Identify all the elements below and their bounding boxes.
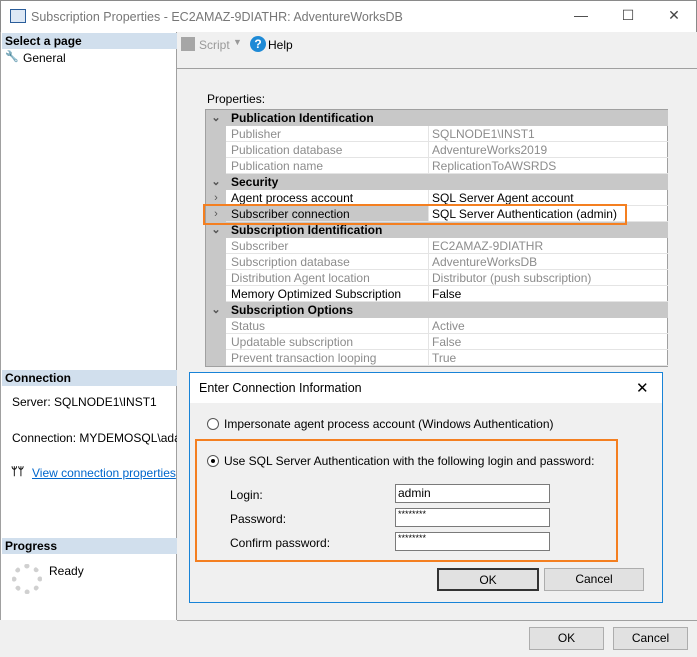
property-name: Status [226, 318, 429, 334]
radio-unchecked-icon[interactable] [207, 418, 219, 430]
property-row[interactable]: Distribution Agent location Distributor (… [206, 270, 668, 286]
radio-label: Impersonate agent process account (Windo… [224, 417, 554, 431]
plug-icon: ᛘᛘ [11, 466, 25, 478]
property-row[interactable]: Status Active [206, 318, 668, 334]
property-name: Updatable subscription [226, 334, 429, 350]
group-label: Security [231, 175, 279, 189]
property-value[interactable]: SQLNODE1\INST1 [429, 126, 668, 142]
gutter [206, 286, 226, 302]
property-value[interactable]: EC2AMAZ-9DIATHR [429, 238, 668, 254]
chevron-down-icon[interactable]: ⌄ [206, 302, 226, 318]
connection-text: Connection: MYDEMOSQL\adadmin [12, 431, 177, 445]
property-value[interactable]: False [429, 334, 668, 350]
login-input[interactable]: admin [395, 484, 550, 503]
gutter [206, 238, 226, 254]
group-header[interactable]: ⌄ Subscription Options [206, 302, 668, 318]
ok-button[interactable]: OK [529, 627, 604, 650]
property-value[interactable]: Active [429, 318, 668, 334]
property-row[interactable]: Updatable subscription False [206, 334, 668, 350]
group-label: Subscription Options [231, 303, 353, 317]
property-value[interactable]: AdventureWorksDB [429, 254, 668, 270]
page-item-general[interactable]: 🔧 General [5, 50, 66, 66]
group-header[interactable]: ⌄ Publication Identification [206, 110, 668, 126]
login-label: Login: [230, 488, 263, 502]
dialog-cancel-button[interactable]: Cancel [544, 568, 644, 591]
gutter [206, 350, 226, 366]
property-row[interactable]: Memory Optimized Subscription False [206, 286, 668, 302]
cancel-button[interactable]: Cancel [613, 627, 688, 650]
property-name: Publication database [226, 142, 429, 158]
group-header[interactable]: ⌄ Security [206, 174, 668, 190]
group-label: Publication Identification [231, 111, 374, 125]
gutter [206, 158, 226, 174]
property-row[interactable]: Publication name ReplicationToAWSRDS [206, 158, 668, 174]
property-row[interactable]: Subscriber EC2AMAZ-9DIATHR [206, 238, 668, 254]
toolbar-divider [177, 68, 697, 69]
property-row[interactable]: Prevent transaction looping True [206, 350, 668, 366]
property-name: Subscriber [226, 238, 429, 254]
select-page-header: Select a page [2, 33, 177, 49]
confirm-password-input[interactable]: ******** [395, 532, 550, 551]
dialog-title: Enter Connection Information [199, 381, 362, 395]
chevron-down-icon[interactable]: ⌄ [206, 110, 226, 126]
minimize-button[interactable]: — [566, 7, 596, 27]
help-label: Help [268, 38, 293, 52]
property-value[interactable]: False [429, 286, 668, 302]
left-panel: Select a page 🔧 General Connection Serve… [0, 32, 177, 620]
footer-divider [177, 620, 697, 621]
password-label: Password: [230, 512, 287, 526]
radio-checked-icon[interactable] [207, 455, 219, 467]
help-icon: ? [250, 36, 266, 52]
page-label: General [23, 51, 66, 65]
dialog-close-button[interactable]: ✕ [636, 379, 649, 397]
server-text: Server: SQLNODE1\INST1 [12, 395, 157, 409]
wrench-icon: 🔧 [5, 51, 19, 63]
gutter [206, 142, 226, 158]
password-input[interactable]: ******** [395, 508, 550, 527]
dialog-title-bar: Enter Connection Information ✕ [190, 373, 662, 403]
property-row[interactable]: Publisher SQLNODE1\INST1 [206, 126, 668, 142]
property-name: Memory Optimized Subscription [226, 286, 429, 302]
chevron-down-icon[interactable]: ⌄ [206, 174, 226, 190]
confirm-password-label: Confirm password: [230, 536, 331, 550]
title-bar: Subscription Properties - EC2AMAZ-9DIATH… [0, 0, 697, 32]
script-button[interactable]: Script ▼ [181, 36, 249, 54]
properties-label: Properties: [207, 92, 266, 106]
property-grid[interactable]: ⌄ Publication Identification Publisher SQLN… [205, 109, 668, 367]
property-name: Subscription database [226, 254, 429, 270]
property-value[interactable]: AdventureWorks2019 [429, 142, 668, 158]
gutter [206, 254, 226, 270]
gutter [206, 334, 226, 350]
script-label: Script [199, 38, 230, 52]
view-connection-properties-link[interactable]: View connection properties [32, 466, 176, 480]
property-name: Publication name [226, 158, 429, 174]
close-button[interactable]: ✕ [659, 7, 689, 27]
radio-label: Use SQL Server Authentication with the f… [224, 454, 595, 468]
gutter [206, 270, 226, 286]
connection-dialog: Enter Connection Information ✕ Impersona… [189, 372, 663, 603]
property-row[interactable]: Publication database AdventureWorks2019 [206, 142, 668, 158]
highlight-subscriber-connection [203, 204, 627, 225]
window-title: Subscription Properties - EC2AMAZ-9DIATH… [31, 10, 403, 24]
progress-status: Ready [49, 564, 84, 578]
property-value[interactable]: True [429, 350, 668, 366]
property-name: Publisher [226, 126, 429, 142]
dialog-ok-button[interactable]: OK [437, 568, 539, 591]
property-value[interactable]: Distributor (push subscription) [429, 270, 668, 286]
gutter [206, 126, 226, 142]
gutter [206, 318, 226, 334]
property-name: Distribution Agent location [226, 270, 429, 286]
property-value[interactable]: ReplicationToAWSRDS [429, 158, 668, 174]
maximize-button[interactable]: ☐ [613, 7, 643, 27]
property-row[interactable]: Subscription database AdventureWorksDB [206, 254, 668, 270]
app-icon [10, 9, 26, 23]
help-button[interactable]: ? Help [250, 36, 300, 54]
connection-header: Connection [2, 370, 177, 386]
script-icon [181, 37, 195, 51]
property-name: Prevent transaction looping [226, 350, 429, 366]
progress-header: Progress [2, 538, 177, 554]
chevron-down-icon[interactable]: ▼ [233, 37, 242, 47]
progress-spinner-icon [12, 564, 42, 594]
